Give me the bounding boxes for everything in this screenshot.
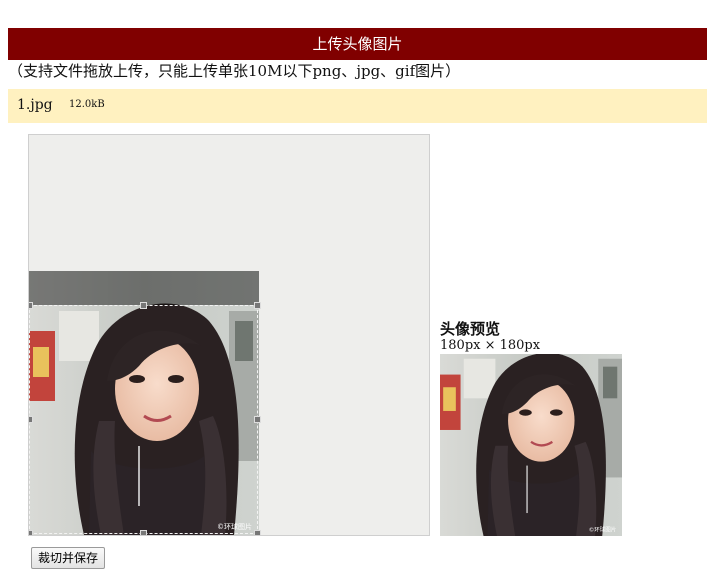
crop-save-button[interactable]: 裁切并保存 [31,547,106,569]
file-name: 1.jpg [17,97,53,113]
avatar-preview: ©环球图片 [440,354,622,536]
preview-title: 头像预览 [440,320,501,338]
crop-handle-n[interactable] [140,302,147,309]
file-size: 12.0kB [69,99,105,110]
crop-handle-ne[interactable] [254,302,261,309]
preview-size: 180px × 180px [440,338,541,353]
page-header: 上传头像图片 [8,28,707,60]
avatar-preview-image: ©环球图片 [440,354,622,536]
crop-handle-w[interactable] [29,416,33,423]
crop-handle-se[interactable] [254,530,261,535]
crop-handle-s[interactable] [140,530,147,535]
crop-stage[interactable]: ©环球图片 [28,134,430,536]
crop-selection[interactable] [29,302,261,535]
crop-handle-sw[interactable] [29,530,33,535]
crop-handle-nw[interactable] [29,302,33,309]
crop-dim-overlay [29,271,259,305]
file-info-bar: 1.jpg 12.0kB [8,89,707,123]
upload-hint: （支持文件拖放上传，只能上传单张10M以下png、jpg、gif图片） [8,62,461,80]
crop-handle-e[interactable] [254,416,261,423]
page-title: 上传头像图片 [312,35,403,53]
